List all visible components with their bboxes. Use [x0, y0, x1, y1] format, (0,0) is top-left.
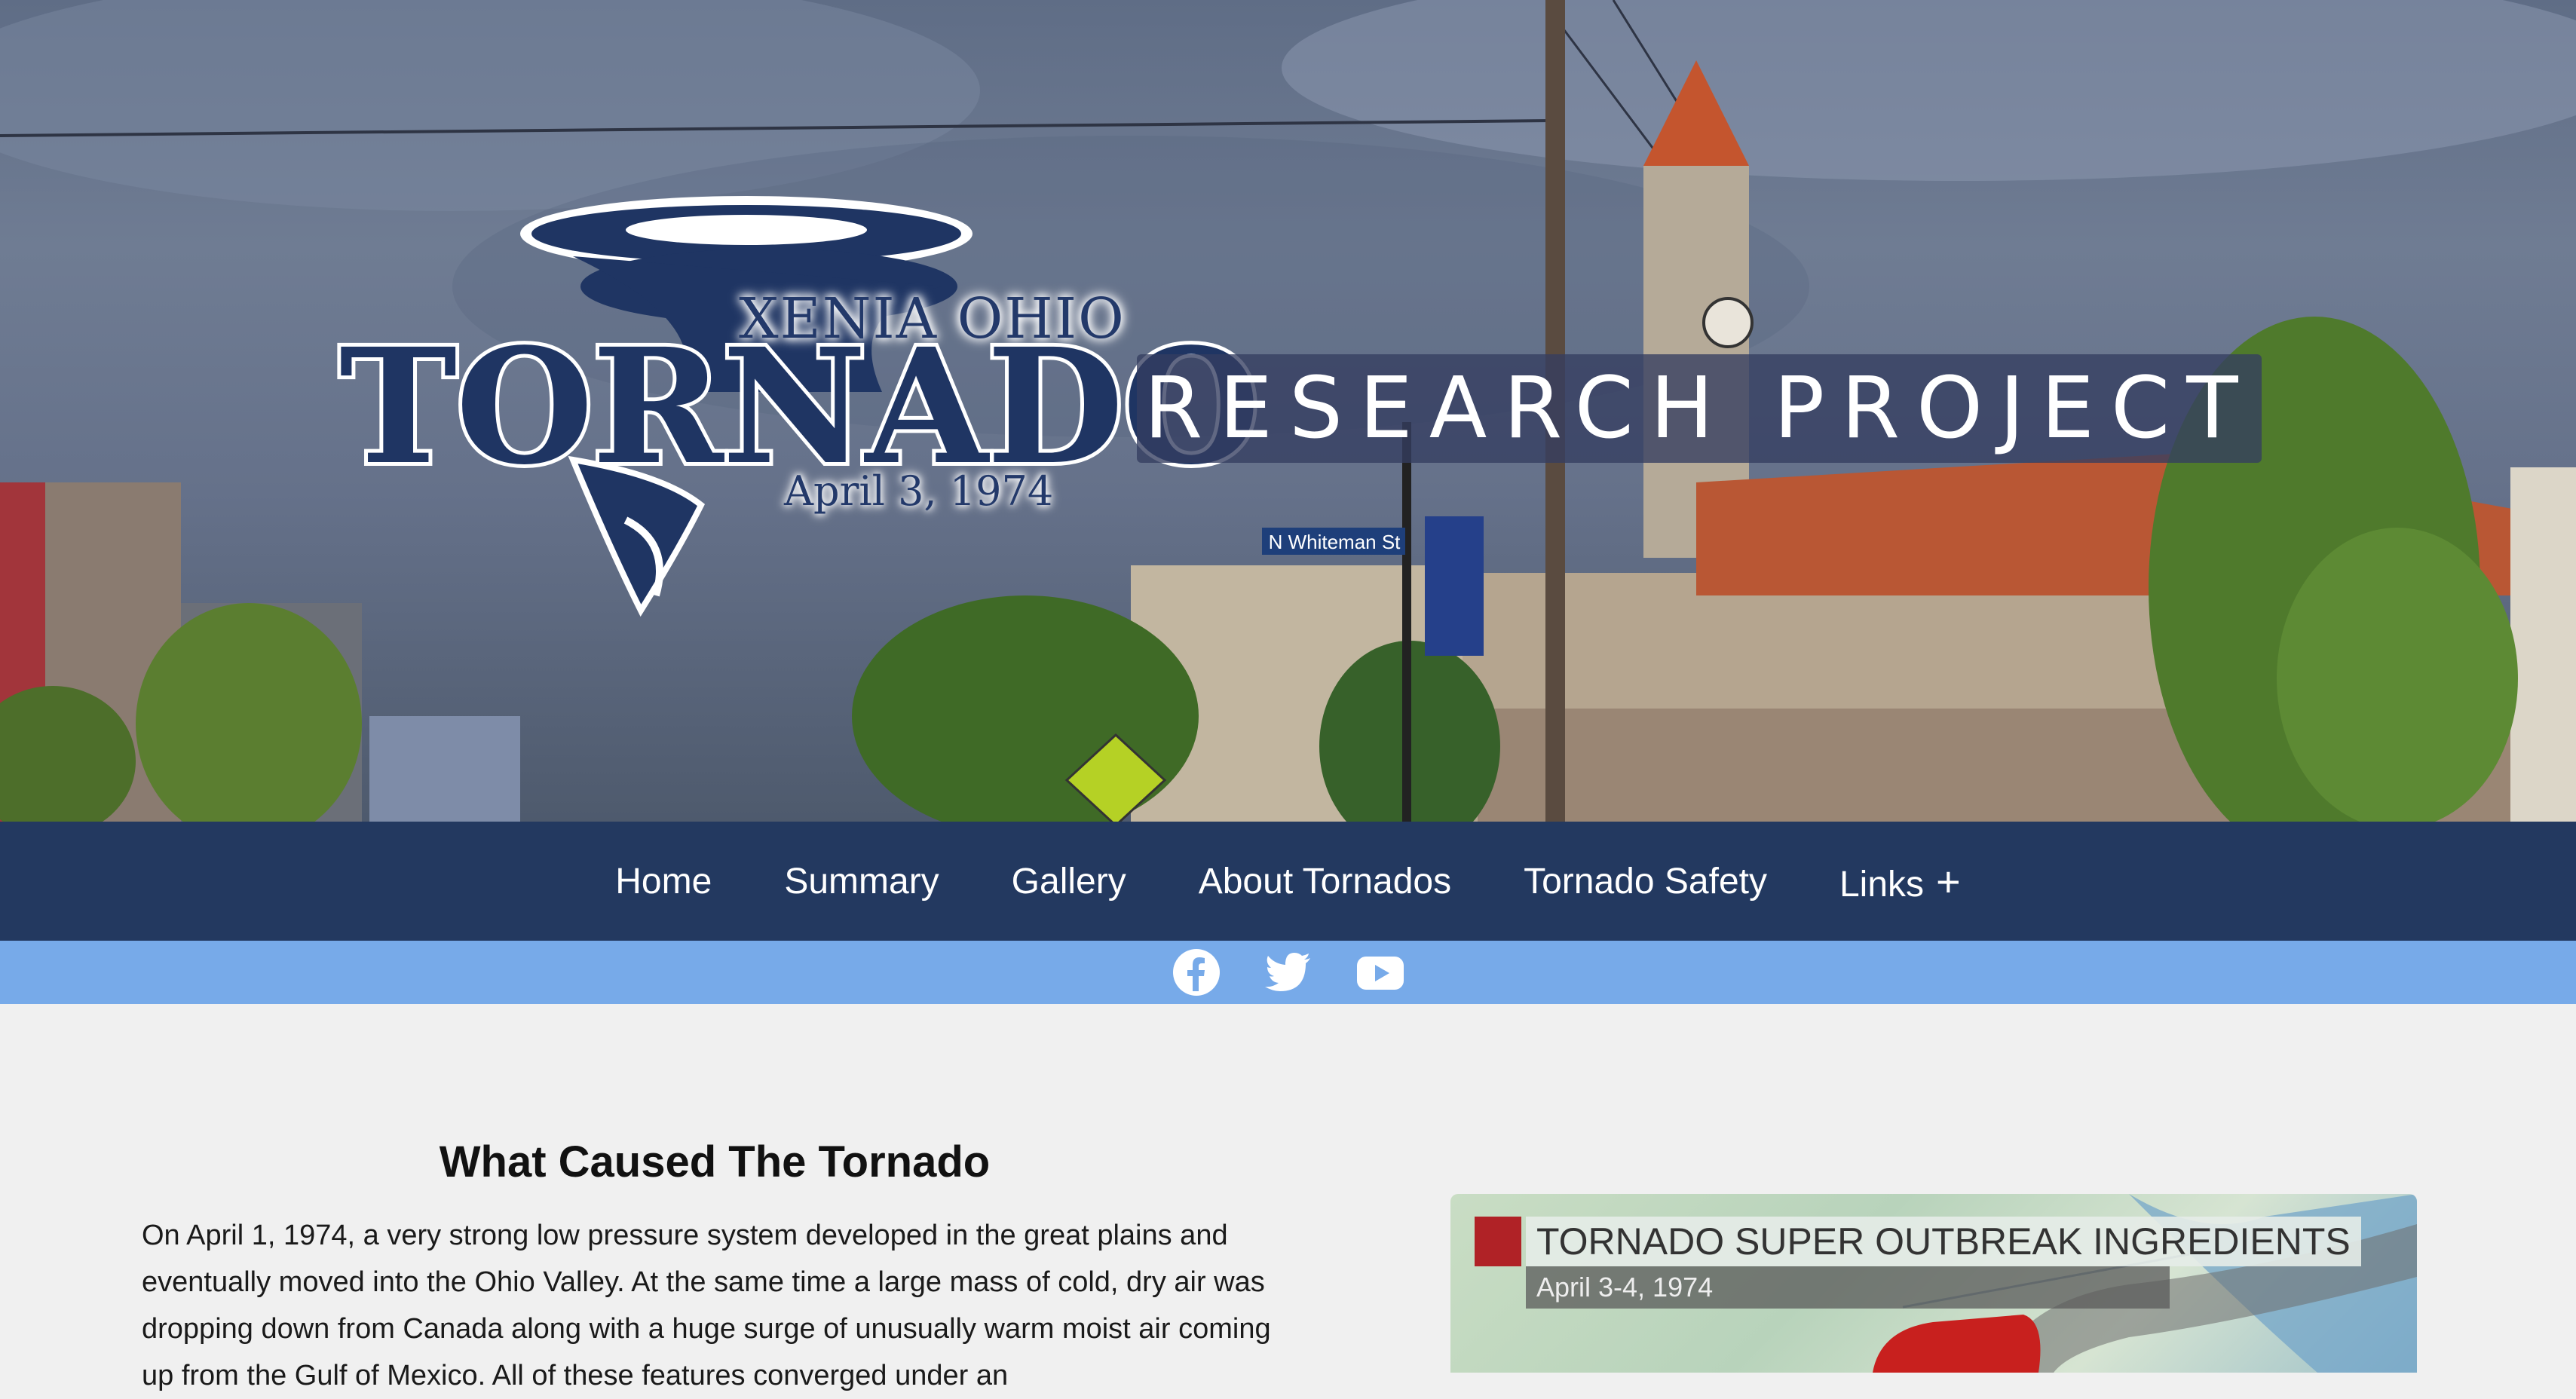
nav-links[interactable]: Links + — [1839, 857, 1961, 906]
nav-gallery[interactable]: Gallery — [1012, 861, 1126, 902]
nav-summary[interactable]: Summary — [784, 861, 939, 902]
article-paragraph: On April 1, 1974, a very strong low pres… — [142, 1220, 1271, 1391]
section-heading: What Caused The Tornado — [439, 1137, 991, 1187]
youtube-icon[interactable] — [1355, 947, 1405, 997]
site-logo[interactable]: XENIA OHIO TORNADO April 3, 1974 — [324, 188, 1264, 626]
map-subtitle: April 3-4, 1974 — [1526, 1266, 2170, 1309]
nav-about-tornados[interactable]: About Tornados — [1199, 861, 1451, 902]
outbreak-map-image[interactable]: TORNADO SUPER OUTBREAK INGREDIENTS April… — [1450, 1194, 2417, 1373]
street-sign-text: N Whiteman St — [1269, 531, 1401, 553]
research-project-banner: RESEARCH PROJECT — [1137, 354, 2262, 463]
plus-icon[interactable]: + — [1936, 858, 1961, 905]
tornado-icon — [1475, 1217, 1521, 1266]
hero-banner: N Whiteman St XENIA OHIO TORNADO April 3… — [0, 0, 2576, 822]
nav-links-label: Links — [1839, 864, 1925, 905]
nav-tornado-safety[interactable]: Tornado Safety — [1524, 861, 1767, 902]
twitter-icon[interactable] — [1263, 947, 1313, 997]
map-title: TORNADO SUPER OUTBREAK INGREDIENTS — [1526, 1217, 2361, 1266]
logo-date: April 3, 1974 — [784, 467, 1054, 515]
main-nav: Home Summary Gallery About Tornados Torn… — [0, 822, 2576, 941]
logo-tornado-text: TORNADO — [335, 314, 1264, 500]
facebook-icon[interactable] — [1172, 947, 1221, 997]
social-bar — [0, 941, 2576, 1004]
nav-home[interactable]: Home — [615, 861, 712, 902]
